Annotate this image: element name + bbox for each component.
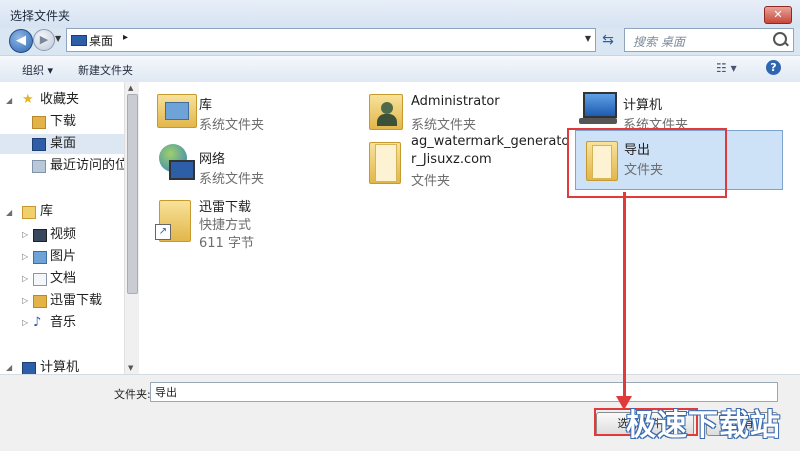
pictures-icon xyxy=(33,251,47,264)
address-bar[interactable]: 桌面 ▸ ▼ xyxy=(66,28,596,52)
file-tile-libraries[interactable]: 库 系统文件夹 xyxy=(155,88,355,148)
sidebar-item-label: 视频 xyxy=(50,227,77,242)
desktop-icon xyxy=(71,35,87,46)
library-icon xyxy=(22,206,36,219)
forward-arrow-icon[interactable]: ▶ xyxy=(33,29,55,51)
sidebar-item-thunder-downloads[interactable]: ▷ 迅雷下载 xyxy=(0,291,124,311)
highlight-box-export xyxy=(567,128,727,198)
file-tile-network[interactable]: 网络 系统文件夹 xyxy=(155,142,355,202)
scrollbar-thumb[interactable] xyxy=(127,94,138,294)
sidebar-item-music[interactable]: ▷ ♪ 音乐 xyxy=(0,313,124,333)
sidebar-item-label: 桌面 xyxy=(50,136,77,151)
library-icon xyxy=(155,88,199,132)
folder-name-input[interactable]: 导出 xyxy=(150,382,778,402)
file-name: 网络 xyxy=(199,152,226,167)
file-name: r_Jisuxz.com xyxy=(411,152,492,167)
history-dropdown-icon[interactable]: ▼ xyxy=(55,34,61,43)
file-type: 系统文件夹 xyxy=(199,172,265,187)
folder-picker-dialog: 选择文件夹 ✕ ◀ ▶ ▼ 桌面 ▸ ▼ ⇆ 搜索 桌面 组织 ▾ 新建文件夹 … xyxy=(0,0,800,451)
expand-arrow-icon[interactable]: ▷ xyxy=(22,247,28,267)
close-button[interactable]: ✕ xyxy=(764,6,792,24)
organize-menu[interactable]: 组织 ▾ xyxy=(22,62,53,78)
collapse-arrow-icon[interactable]: ◢ xyxy=(6,358,12,374)
file-type: 系统文件夹 xyxy=(411,118,477,133)
scroll-up-icon[interactable]: ▲ xyxy=(128,84,133,92)
music-icon: ♪ xyxy=(33,315,42,330)
address-row: ◀ ▶ ▼ 桌面 ▸ ▼ ⇆ 搜索 桌面 xyxy=(0,26,800,54)
folder-name-label: 文件夹: xyxy=(114,388,151,401)
sidebar-item-desktop[interactable]: 桌面 xyxy=(0,134,124,154)
file-type: 系统文件夹 xyxy=(199,118,265,133)
sidebar-item-videos[interactable]: ▷ 视频 xyxy=(0,225,124,245)
address-dropdown-icon[interactable]: ▼ xyxy=(585,34,591,43)
star-icon: ★ xyxy=(22,92,34,107)
user-folder-icon xyxy=(367,88,411,132)
breadcrumb-chevron-icon[interactable]: ▸ xyxy=(123,32,128,43)
file-name: 迅雷下载 xyxy=(199,200,252,215)
search-placeholder: 搜索 桌面 xyxy=(633,35,685,49)
sidebar-item-computer[interactable]: ◢ 计算机 xyxy=(0,358,124,374)
folder-icon xyxy=(367,134,411,184)
back-arrow-icon[interactable]: ◀ xyxy=(9,29,33,53)
file-type: 文件夹 xyxy=(411,174,451,189)
file-name: 库 xyxy=(199,98,213,113)
expand-arrow-icon[interactable]: ▷ xyxy=(22,291,28,311)
sidebar-item-label: 迅雷下载 xyxy=(50,293,103,308)
expand-arrow-icon[interactable]: ▷ xyxy=(22,269,28,289)
sidebar-item-recent[interactable]: 最近访问的位 xyxy=(0,156,124,176)
file-tile-ag-watermark[interactable]: ag_watermark_generato r_Jisuxz.com 文件夹 xyxy=(367,134,570,194)
document-icon xyxy=(33,273,47,286)
sidebar-item-pictures[interactable]: ▷ 图片 xyxy=(0,247,124,267)
sidebar-item-favorites[interactable]: ★ 收藏夹 xyxy=(0,90,124,110)
sidebar-item-label: 计算机 xyxy=(40,360,80,374)
downloads-folder-icon xyxy=(32,116,46,129)
folder-icon xyxy=(33,295,47,308)
computer-icon xyxy=(22,362,36,374)
search-input[interactable]: 搜索 桌面 xyxy=(624,28,794,52)
window-title: 选择文件夹 xyxy=(10,9,71,23)
navigation-pane: ◢ ★ 收藏夹 下载 桌面 最近访问的位 ◢ 库 ▷ 视频 ▷ 图片 ▷ 文档 … xyxy=(0,82,124,374)
expand-arrow-icon[interactable]: ▷ xyxy=(22,225,28,245)
help-icon[interactable]: ? xyxy=(766,60,781,75)
sidebar-item-label: 文档 xyxy=(50,271,77,286)
sidebar-item-downloads[interactable]: 下载 xyxy=(0,112,124,132)
search-icon[interactable] xyxy=(773,32,787,46)
file-size: 611 字节 xyxy=(199,236,254,251)
view-options-icon[interactable]: ☷ ▾ xyxy=(716,61,737,75)
title-bar: 选择文件夹 ✕ xyxy=(0,0,800,28)
toolbar: 组织 ▾ 新建文件夹 ☷ ▾ ? xyxy=(0,55,800,83)
sidebar-item-label: 图片 xyxy=(50,249,77,264)
nav-scrollbar[interactable]: ▲ ▼ xyxy=(124,82,139,374)
watermark: 极速下载站 xyxy=(626,408,781,443)
sidebar-item-label: 收藏夹 xyxy=(40,92,80,107)
new-folder-button[interactable]: 新建文件夹 xyxy=(78,62,133,78)
sidebar-item-documents[interactable]: ▷ 文档 xyxy=(0,269,124,289)
expand-arrow-icon[interactable]: ▷ xyxy=(22,313,28,333)
sidebar-item-label: 音乐 xyxy=(50,315,77,330)
file-tile-thunder-shortcut[interactable]: ↗ 迅雷下载 快捷方式 611 字节 xyxy=(155,196,355,256)
address-location[interactable]: 桌面 xyxy=(89,32,113,49)
file-type: 快捷方式 xyxy=(199,218,252,233)
file-name: ag_watermark_generato xyxy=(411,134,570,149)
recent-places-icon xyxy=(32,160,46,173)
video-icon xyxy=(33,229,47,242)
network-icon xyxy=(155,142,199,186)
annotation-arrow xyxy=(623,192,626,400)
scroll-down-icon[interactable]: ▼ xyxy=(128,364,133,372)
computer-icon xyxy=(579,88,623,132)
file-name: Administrator xyxy=(411,94,500,109)
file-list: 库 系统文件夹 Administrator 系统文件夹 计算机 系统文件夹 网络… xyxy=(139,82,800,374)
sidebar-item-libraries[interactable]: 库 xyxy=(0,202,124,222)
desktop-icon xyxy=(32,138,46,151)
shortcut-icon: ↗ xyxy=(155,196,199,242)
sidebar-item-label: 库 xyxy=(40,204,54,219)
sidebar-item-label: 最近访问的位 xyxy=(50,158,124,173)
sidebar-item-label: 下载 xyxy=(50,114,77,129)
refresh-icon[interactable]: ⇆ xyxy=(598,30,618,50)
file-name: 计算机 xyxy=(623,98,663,113)
